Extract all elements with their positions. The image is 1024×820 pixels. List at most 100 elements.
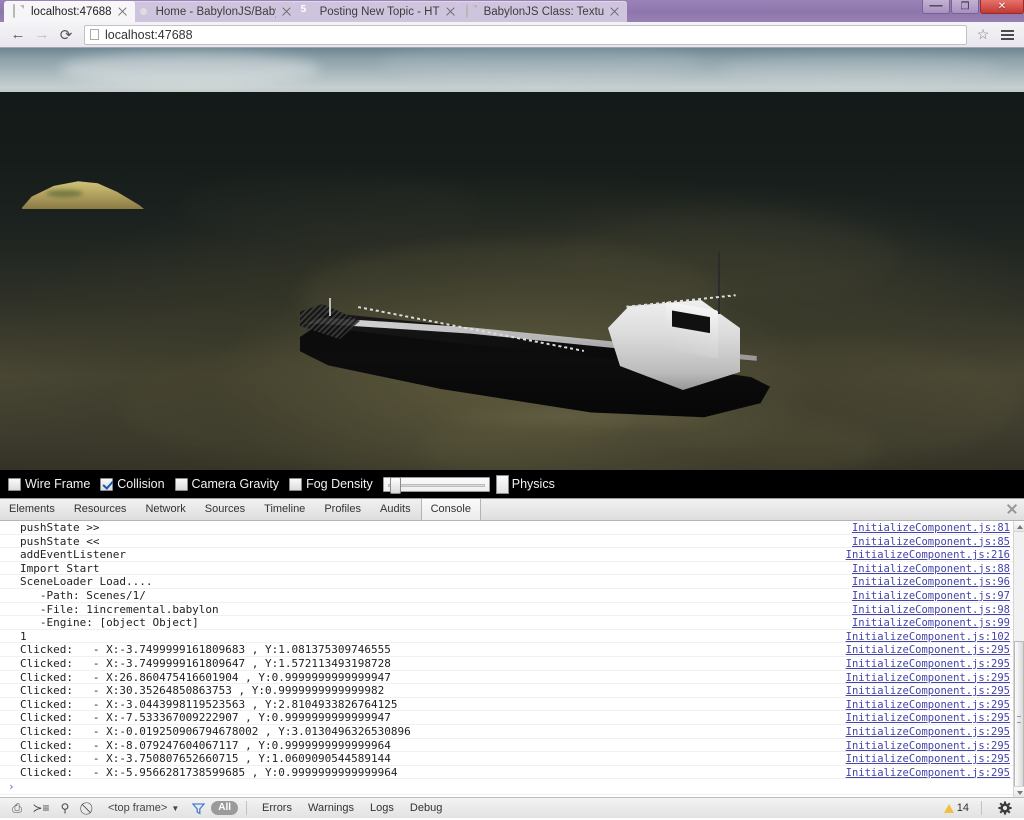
console-source-link[interactable]: InitializeComponent.js:216 (846, 549, 1010, 563)
console-message: Clicked: - X:-3.7499999161809647 , Y:1.5… (20, 656, 391, 670)
tab-elements[interactable]: Elements (0, 499, 65, 520)
console-row: Clicked: - X:-3.0443998119523563 , Y:2.8… (0, 698, 1024, 712)
console-message: Clicked: - X:-7.533367009222907 , Y:0.99… (20, 711, 391, 725)
address-bar[interactable]: localhost:47688 (84, 24, 967, 45)
prompt-caret-icon: › (8, 780, 15, 794)
tab-console[interactable]: Console (420, 499, 481, 520)
browser-tab-2[interactable]: Posting New Topic - HTM (292, 1, 463, 22)
close-icon: ✕ (997, 1, 1007, 12)
window-maximize-button[interactable]: ❐ (951, 0, 979, 14)
console-scrollbar[interactable] (1013, 521, 1024, 797)
control-collision[interactable]: Collision (100, 477, 165, 491)
filter-errors-button[interactable]: Errors (255, 802, 299, 814)
slider-thumb[interactable] (389, 476, 401, 494)
tab-profiles[interactable]: Profiles (315, 499, 371, 520)
console-source-link[interactable]: InitializeComponent.js:295 (846, 644, 1010, 658)
clear-console-icon[interactable]: ⃠ (78, 799, 100, 818)
tab-timeline[interactable]: Timeline (255, 499, 315, 520)
console-source-link[interactable]: InitializeComponent.js:88 (852, 563, 1010, 577)
tab-resources[interactable]: Resources (65, 499, 137, 520)
console-source-link[interactable]: InitializeComponent.js:295 (846, 740, 1010, 754)
console-message: Clicked: - X:26.860475416601904 , Y:0.99… (20, 670, 391, 684)
back-button[interactable]: ← (6, 23, 30, 47)
console-source-link[interactable]: InitializeComponent.js:295 (846, 767, 1010, 781)
tab-close-icon[interactable] (116, 5, 129, 18)
tab-network[interactable]: Network (136, 499, 195, 520)
wire-frame-checkbox[interactable] (8, 477, 21, 491)
page-info-icon[interactable] (90, 29, 99, 40)
tab-close-icon[interactable] (280, 5, 293, 18)
frame-selector[interactable]: <top frame> ▼ (102, 802, 185, 814)
console-source-link[interactable]: InitializeComponent.js:295 (846, 699, 1010, 713)
console-source-link[interactable]: InitializeComponent.js:295 (846, 685, 1010, 699)
filter-all-button[interactable]: All (211, 801, 239, 815)
console-source-link[interactable]: InitializeComponent.js:97 (852, 590, 1010, 604)
control-physics[interactable]: Physics (495, 474, 555, 494)
console-source-link[interactable]: InitializeComponent.js:102 (846, 631, 1010, 645)
fog-density-slider[interactable] (382, 476, 490, 494)
console-source-link[interactable]: InitializeComponent.js:295 (846, 753, 1010, 767)
browser-tab-0[interactable]: localhost:47688 (4, 1, 135, 22)
control-fog-density[interactable]: Fog Density (289, 477, 373, 491)
window-close-button[interactable]: ✕ (980, 0, 1024, 14)
collision-checkbox[interactable] (100, 477, 114, 491)
warning-triangle-icon (943, 803, 954, 813)
warning-count-label: 14 (956, 802, 969, 814)
tab-title: BabylonJS Class: Texture (483, 5, 604, 18)
settings-gear-icon[interactable] (994, 799, 1016, 818)
github-icon (137, 5, 151, 19)
physics-checkbox[interactable] (495, 474, 509, 494)
fog-density-checkbox[interactable] (289, 477, 303, 491)
filter-warnings-button[interactable]: Warnings (301, 802, 361, 814)
console-source-link[interactable]: InitializeComponent.js:98 (852, 604, 1010, 618)
forward-button[interactable]: → (30, 23, 54, 47)
tab-label: Audits (380, 503, 411, 515)
scrollbar-up-arrow-icon[interactable] (1014, 521, 1024, 532)
console-message: Clicked: - X:-3.750807652660715 , Y:1.06… (20, 752, 391, 766)
tab-label: Sources (204, 503, 246, 515)
console-source-link[interactable]: InitializeComponent.js:295 (846, 726, 1010, 740)
filter-logs-button[interactable]: Logs (363, 802, 401, 814)
search-icon[interactable]: ⚲ (54, 799, 76, 818)
scrollbar-down-arrow-icon[interactable] (1014, 786, 1024, 797)
console-source-link[interactable]: InitializeComponent.js:295 (846, 672, 1010, 686)
filter-debug-button[interactable]: Debug (403, 802, 449, 814)
filter-funnel-icon[interactable] (187, 799, 209, 818)
tab-sources[interactable]: Sources (196, 499, 255, 520)
console-row: -Engine: [object Object] InitializeCompon… (0, 616, 1024, 630)
devtools-panel: Elements Resources Network Sources Timel… (0, 498, 1024, 818)
console-source-link[interactable]: InitializeComponent.js:295 (846, 658, 1010, 672)
reload-button[interactable]: ⟳ (54, 23, 78, 47)
console-drawer-icon[interactable]: ≻≡ (30, 799, 52, 818)
control-camera-gravity[interactable]: Camera Gravity (174, 477, 279, 491)
document-icon (465, 3, 479, 19)
console-source-link[interactable]: InitializeComponent.js:85 (852, 536, 1010, 550)
camera-gravity-checkbox[interactable] (174, 477, 188, 491)
warning-count-badge[interactable]: 14 (943, 802, 969, 814)
frame-selector-label: <top frame> (108, 802, 168, 814)
browser-tab-1[interactable]: Home - BabylonJS/Babylo (128, 1, 299, 22)
tab-close-icon[interactable] (608, 5, 621, 18)
tab-audits[interactable]: Audits (371, 499, 421, 520)
console-source-link[interactable]: InitializeComponent.js:295 (846, 712, 1010, 726)
window-minimize-button[interactable]: — (922, 0, 950, 14)
webgl-viewport[interactable]: Control panel Wire Frame Collision Camer… (0, 48, 1024, 498)
tab-label: Elements (9, 503, 55, 515)
console-row: Clicked: - X:-3.7499999161809647 , Y:1.5… (0, 657, 1024, 671)
control-wire-frame[interactable]: Wire Frame (8, 477, 90, 491)
console-row: -Path: Scenes/1/InitializeComponent.js:9… (0, 589, 1024, 603)
console-source-link[interactable]: InitializeComponent.js:81 (852, 522, 1010, 536)
console-source-link[interactable]: InitializeComponent.js:96 (852, 576, 1010, 590)
devtools-close-icon[interactable] (1005, 502, 1019, 516)
console-rows: pushState >> InitializeComponent.js:81 pus… (0, 521, 1024, 781)
dock-panel-icon[interactable]: ⎙ (6, 799, 28, 818)
console-output[interactable]: pushState >> InitializeComponent.js:81 pus… (0, 521, 1024, 797)
tab-close-icon[interactable] (444, 5, 457, 18)
physics-label: Physics (511, 477, 555, 491)
console-source-link[interactable]: InitializeComponent.js:99 (852, 617, 1010, 631)
chrome-menu-button[interactable] (996, 24, 1018, 46)
browser-tab-3[interactable]: BabylonJS Class: Texture (456, 1, 627, 22)
bookmark-button[interactable]: ☆ (973, 25, 993, 45)
scrollbar-thumb[interactable] (1014, 641, 1024, 791)
console-input-prompt[interactable]: › (0, 779, 1024, 796)
